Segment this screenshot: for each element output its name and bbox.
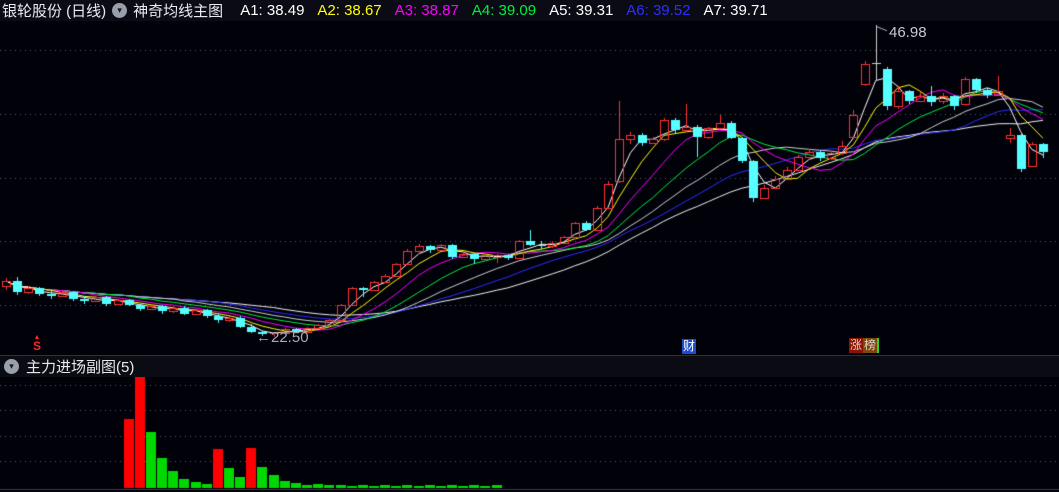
chevron-down-icon[interactable]: ▾	[112, 3, 128, 18]
sub-chart-header: ▾ 主力进场副图(5)	[0, 355, 1059, 377]
signal-letter: S	[32, 339, 41, 353]
indicator-value-a7: A7: 39.71	[703, 2, 768, 19]
main-chart-panel	[0, 21, 1059, 355]
rank-marker-char2: 榜	[863, 338, 880, 353]
indicator-value-a5: A5: 39.31	[549, 2, 614, 19]
rank-marker-zhangbang[interactable]: 涨 榜	[849, 338, 880, 353]
indicator-value-a4: A4: 39.09	[471, 2, 537, 19]
stock-title: 银轮股份 (日线)	[2, 3, 107, 20]
sub-chart-panel	[0, 377, 1059, 492]
main-chart-canvas[interactable]	[0, 21, 1059, 355]
indicator-value-a2: A2: 38.67	[317, 2, 382, 19]
news-marker-cai-label: 财	[682, 339, 697, 354]
app-window: 银轮股份 (日线) ▾ 神奇均线主图 A1: 38.49 A2: 38.67 A…	[0, 0, 1059, 492]
signal-marker-s[interactable]: ▲ S	[30, 334, 44, 352]
top-info-bar: 银轮股份 (日线) ▾ 神奇均线主图 A1: 38.49 A2: 38.67 A…	[0, 0, 1059, 21]
chevron-down-icon[interactable]: ▾	[4, 359, 19, 374]
news-marker-cai[interactable]: 财	[682, 339, 697, 354]
indicator-value-a6: A6: 39.52	[626, 2, 691, 19]
sub-chart-canvas[interactable]	[0, 377, 1059, 492]
indicator-value-a1: A1: 38.49	[240, 2, 305, 19]
indicator-value-a3: A3: 38.87	[394, 2, 459, 19]
main-indicator-name: 神奇均线主图	[133, 3, 224, 20]
rank-marker-char1: 涨	[849, 338, 864, 353]
sub-indicator-name: 主力进场副图(5)	[26, 359, 135, 376]
